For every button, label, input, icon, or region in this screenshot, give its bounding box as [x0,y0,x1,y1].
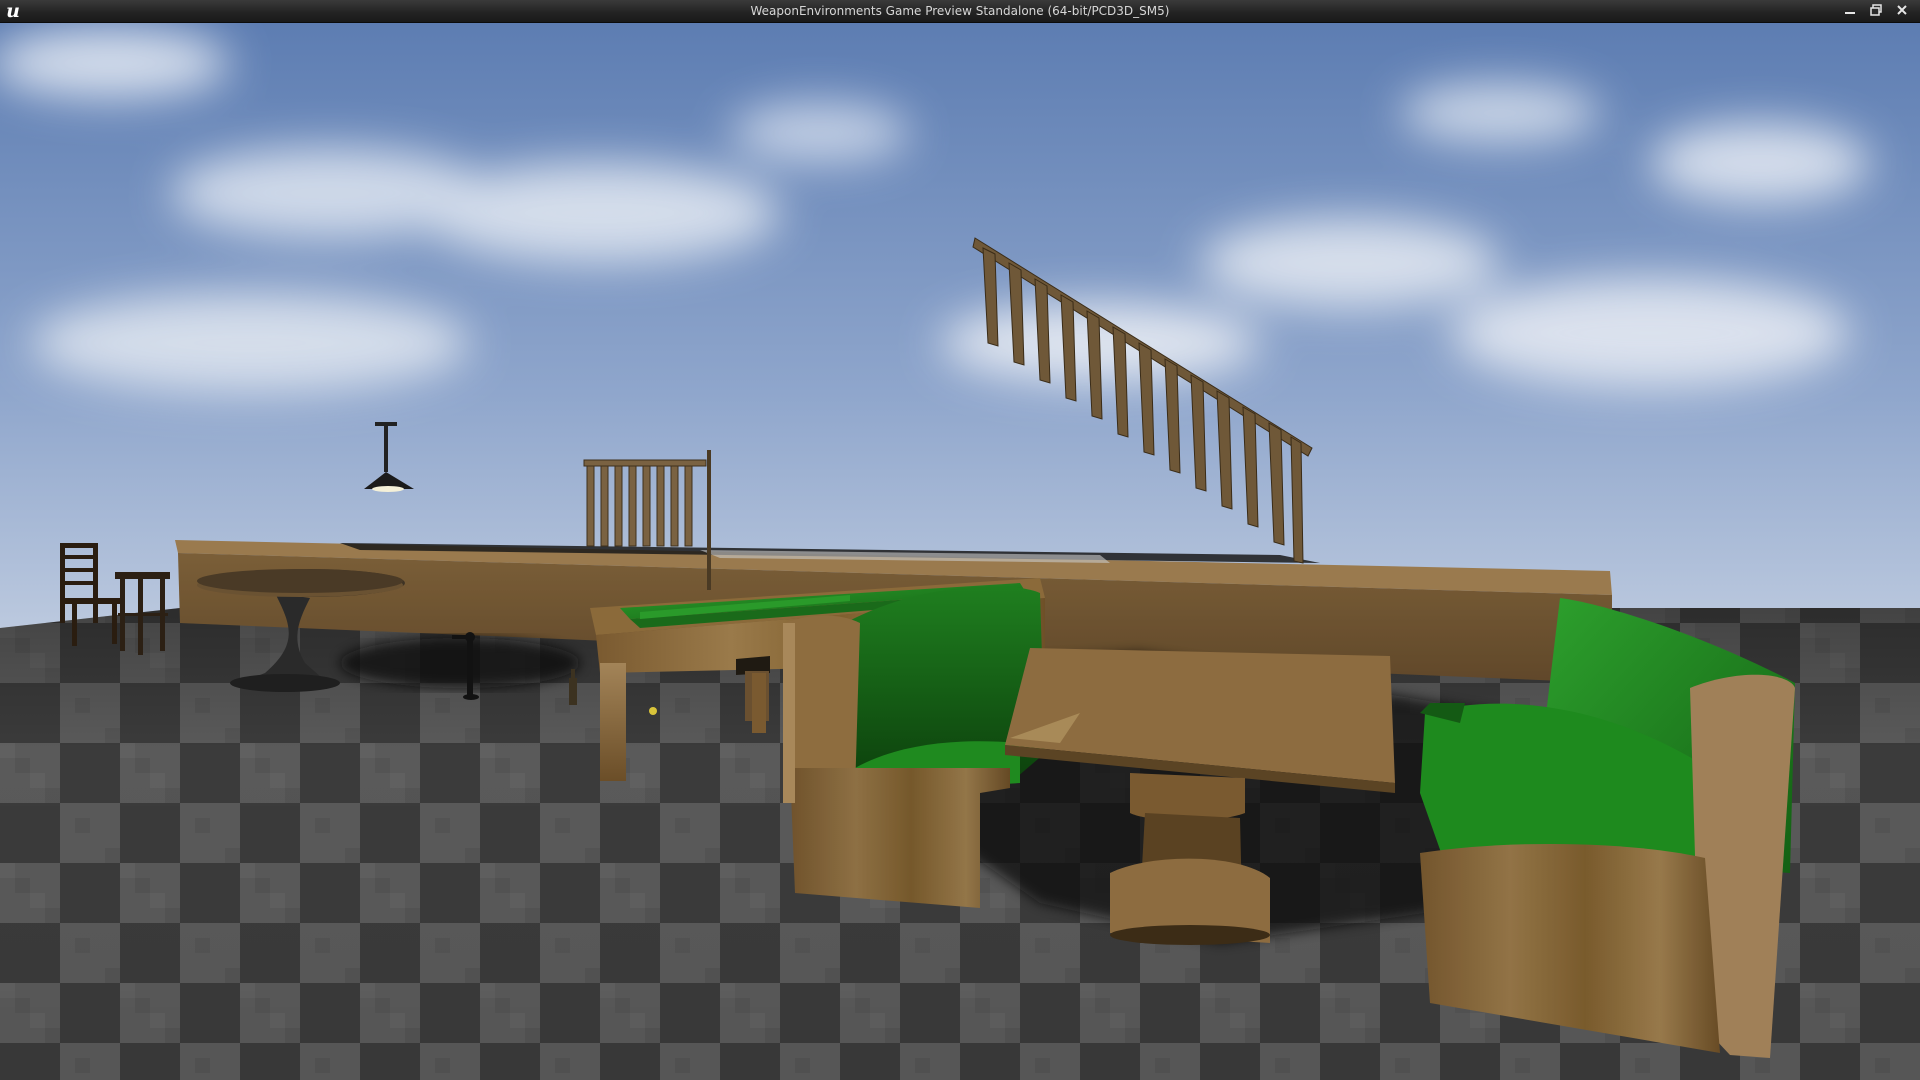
unreal-engine-logo-icon: u [6,0,20,22]
window-title: WeaponEnvironments Game Preview Standalo… [750,4,1170,18]
game-preview-window: u WeaponEnvironments Game Preview Standa… [0,0,1920,1080]
cue-stick [707,450,711,590]
ball [649,707,657,715]
scene-render [0,23,1920,1080]
title-bar[interactable]: u WeaponEnvironments Game Preview Standa… [0,0,1920,23]
minimize-icon [1845,12,1855,14]
bar-stool [115,572,170,655]
window-controls [1838,1,1914,21]
close-icon [1897,5,1907,15]
close-button[interactable] [1890,1,1914,19]
game-viewport[interactable] [0,23,1920,1080]
railing-segment [583,459,707,547]
restore-button[interactable] [1864,1,1888,19]
restore-icon [1870,4,1882,16]
minimize-button[interactable] [1838,1,1862,19]
